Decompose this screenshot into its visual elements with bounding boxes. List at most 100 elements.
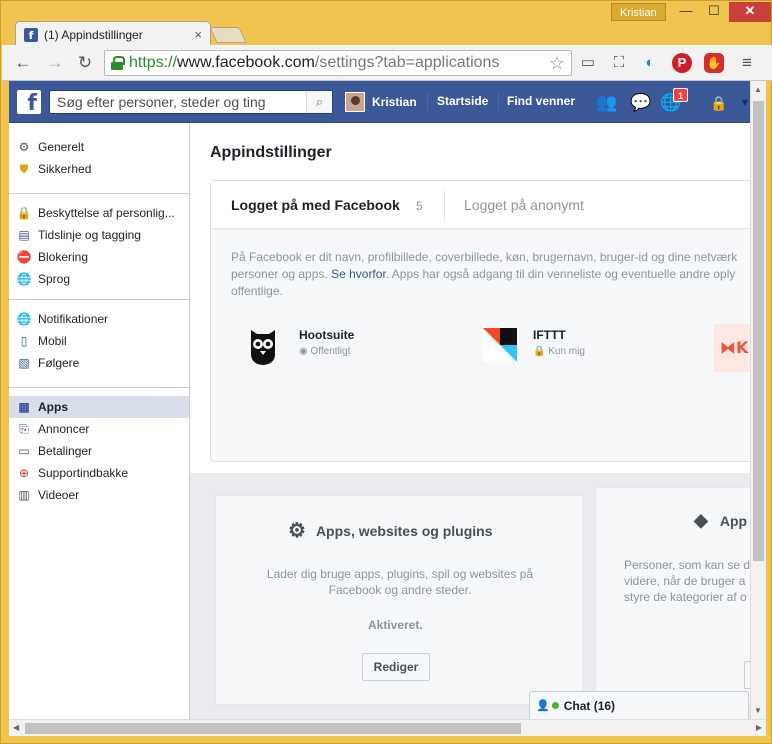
edit-button[interactable]: Rediger — [362, 653, 430, 681]
tab-close-icon[interactable]: × — [194, 27, 202, 42]
url-path: /settings?tab=applications — [314, 54, 500, 71]
tab-logged-in-anonymously[interactable]: Logget på anonymt — [464, 197, 584, 213]
card-description-line: Personer, som kan se d — [624, 558, 750, 572]
app-list-panel: Logget på med Facebook 5 Logget på anony… — [210, 180, 750, 462]
window-close-icon[interactable]: ✕ — [729, 2, 771, 22]
scroll-up-icon[interactable]: ▲ — [754, 85, 762, 94]
card-description-line: videre, når de bruger a — [624, 574, 746, 588]
card-description: Personer, som kan se d videre, når de br… — [624, 557, 750, 605]
ifttt-icon — [483, 328, 517, 366]
sidebar-item-ads[interactable]: ⎘ Annoncer — [9, 418, 189, 440]
profile-name-chip[interactable]: Kristian — [611, 3, 666, 21]
sidebar-item-support[interactable]: ⊕ Supportindbakke — [9, 462, 189, 484]
app-settings-cards: ⚙ Apps, websites og plugins Lader dig br… — [190, 473, 750, 719]
messages-icon[interactable]: 💬 — [629, 92, 653, 114]
vertical-scroll-thumb[interactable] — [753, 101, 764, 561]
sidebar-item-followers[interactable]: ▧ Følgere — [9, 352, 189, 374]
privacy-lock-icon: 🔒 — [16, 206, 32, 220]
facebook-logo-icon[interactable]: f — [17, 90, 41, 114]
profile-link[interactable]: Kristian — [345, 92, 417, 112]
header-divider — [427, 93, 428, 111]
sidebar-item-label: Blokering — [38, 250, 89, 264]
sidebar-item-label: Følgere — [38, 356, 80, 370]
facebook-header: f Søg efter personer, steder og ting ⌕ K… — [9, 81, 750, 123]
screenshot-icon[interactable]: ⛶ — [609, 53, 629, 73]
sidebar-item-mobile[interactable]: ▯ Mobil — [9, 330, 189, 352]
app-item-partial[interactable]: ⧓K — [714, 324, 750, 372]
find-friends-link[interactable]: Find venner — [507, 94, 575, 108]
app-name: IFTTT — [533, 328, 566, 342]
card-description-line: styre de kategorier af o — [624, 590, 747, 604]
url-scheme: https:// — [129, 54, 178, 71]
friend-requests-icon[interactable]: 👥 — [595, 92, 619, 114]
card-apps-others-use: ◆ App Personer, som kan se d videre, når… — [595, 487, 750, 705]
scroll-right-icon[interactable]: ▶ — [756, 723, 762, 732]
sidebar-item-payments[interactable]: ▭ Betalinger — [9, 440, 189, 462]
sidebar-item-timeline[interactable]: ▤ Tidslinje og tagging — [9, 224, 189, 246]
app-visibility-label: Offentligt — [310, 346, 351, 357]
chat-bar[interactable]: 👤 Chat (16) — [529, 691, 749, 719]
reload-icon[interactable]: ↻ — [74, 53, 96, 73]
browser-tab[interactable]: f (1) Appindstillinger × — [15, 21, 211, 47]
menu-icon[interactable]: ≡ — [737, 53, 757, 73]
app-visibility: 🔒 Kun mig — [533, 346, 585, 357]
timeline-icon: ▤ — [18, 228, 30, 242]
notification-badge: 1 — [673, 88, 688, 102]
sidebar-item-apps[interactable]: ▦ Apps — [9, 396, 189, 418]
home-link[interactable]: Startside — [437, 94, 488, 108]
sidebar-item-general[interactable]: ⚙ Generelt — [9, 136, 189, 158]
sidebar-item-language[interactable]: 🌐 Sprog — [9, 268, 189, 290]
sidebar-item-label: Apps — [38, 400, 68, 414]
back-icon[interactable]: ← — [12, 53, 34, 73]
chat-label: Chat (16) — [563, 698, 616, 713]
sidebar-item-label: Sprog — [38, 272, 71, 286]
lifebuoy-icon: ⊕ — [18, 466, 30, 480]
scroll-down-icon[interactable]: ▼ — [754, 706, 762, 715]
card-apps-websites-plugins: ⚙ Apps, websites og plugins Lader dig br… — [215, 495, 583, 705]
sidebar-item-blocking[interactable]: ⛔ Blokering — [9, 246, 189, 268]
lock-icon — [111, 56, 125, 70]
cast-icon[interactable]: ▭ — [578, 53, 598, 73]
title-bar: f (1) Appindstillinger × Kristian — ☐ ✕ — [1, 1, 772, 47]
card-state: Aktiveret. — [368, 618, 423, 632]
sidebar-item-videos[interactable]: ▥ Videoer — [9, 484, 189, 506]
new-tab-button[interactable] — [209, 27, 247, 43]
extension-icon[interactable]: ◐ — [640, 53, 660, 73]
main-content: Appindstillinger Logget på med Facebook … — [190, 123, 750, 719]
search-icon[interactable]: ⌕ — [306, 91, 332, 113]
scroll-left-icon[interactable]: ◀ — [13, 723, 19, 732]
vertical-scrollbar[interactable]: ▲ ▼ — [750, 81, 766, 719]
horizontal-scroll-thumb[interactable] — [25, 723, 521, 734]
address-bar[interactable]: https://www.facebook.com/settings?tab=ap… — [104, 50, 572, 76]
ads-icon: ⎘ — [19, 421, 29, 436]
avatar — [345, 92, 365, 112]
tab-logged-in-with-facebook[interactable]: Logget på med Facebook — [231, 197, 400, 213]
forward-icon[interactable]: → — [44, 53, 66, 73]
cube-icon: ◆ — [694, 510, 708, 530]
app-item-ifttt[interactable]: IFTTT 🔒 Kun mig — [483, 328, 585, 366]
globe-notifications-icon: 🌐 — [16, 312, 32, 326]
description-text: . Apps har også adgang til din vennelist… — [385, 267, 736, 281]
sidebar-item-notifications[interactable]: 🌐 Notifikationer — [9, 308, 189, 330]
card-title-text: Apps, websites og plugins — [315, 522, 493, 539]
adblock-icon[interactable]: ✋ — [704, 53, 724, 73]
privacy-shortcuts-icon[interactable]: 🔒 — [707, 92, 731, 114]
search-input[interactable]: Søg efter personer, steder og ting ⌕ — [49, 90, 333, 114]
public-globe-icon: ◉ — [299, 346, 308, 357]
sidebar-group-privacy: 🔒 Beskyttelse af personlig... ▤ Tidslinje … — [9, 202, 189, 290]
mobile-icon: ▯ — [20, 334, 28, 348]
minimize-icon[interactable]: — — [671, 2, 701, 22]
maximize-icon[interactable]: ☐ — [699, 2, 729, 22]
pinterest-icon[interactable]: P — [672, 53, 692, 73]
app-name: Hootsuite — [299, 328, 355, 342]
user-name: Kristian — [372, 95, 417, 109]
sidebar-item-security[interactable]: ⛊ Sikkerhed — [9, 158, 189, 180]
app-item-hootsuite[interactable]: Hootsuite ◉ Offentligt — [249, 328, 354, 366]
star-icon[interactable]: ☆ — [549, 53, 565, 74]
see-why-link[interactable]: Se hvorfor — [331, 267, 386, 281]
sidebar-item-label: Annoncer — [38, 422, 90, 436]
sidebar-divider — [9, 387, 189, 388]
horizontal-scrollbar[interactable]: ◀ ▶ — [9, 719, 766, 736]
header-divider — [498, 93, 499, 111]
sidebar-item-privacy[interactable]: 🔒 Beskyttelse af personlig... — [9, 202, 189, 224]
